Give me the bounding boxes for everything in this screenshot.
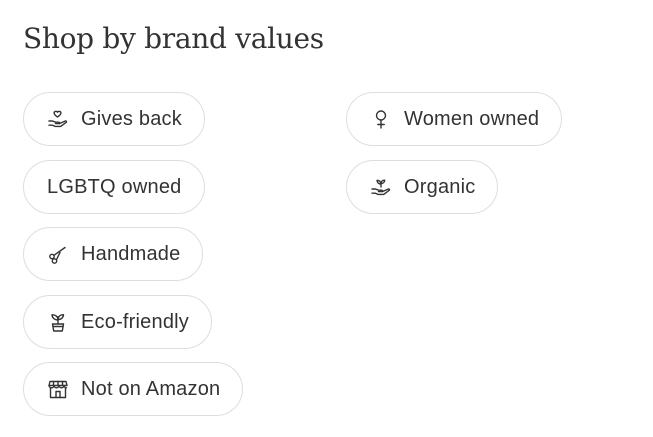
potted-plant-icon: [47, 311, 69, 333]
hand-sprout-icon: [370, 176, 392, 198]
storefront-icon: [47, 378, 69, 400]
brand-value-eco-friendly-button[interactable]: Eco-friendly: [23, 295, 212, 349]
pill-label: Handmade: [81, 242, 181, 265]
brand-value-lgbtq-owned-button[interactable]: LGBTQ owned: [23, 160, 205, 214]
pill-label: Not on Amazon: [81, 377, 221, 400]
hand-heart-icon: [47, 108, 69, 130]
scissors-icon: [47, 243, 69, 265]
female-symbol-icon: [370, 108, 392, 130]
brand-value-gives-back-button[interactable]: Gives back: [23, 92, 205, 146]
brand-value-women-owned-button[interactable]: Women owned: [346, 92, 563, 146]
pill-label: Gives back: [81, 107, 182, 130]
brand-value-organic-button[interactable]: Organic: [346, 160, 499, 214]
pill-label: Eco-friendly: [81, 310, 189, 333]
pill-label: LGBTQ owned: [47, 175, 182, 198]
pill-label: Organic: [404, 175, 476, 198]
brand-value-not-on-amazon-button[interactable]: Not on Amazon: [23, 362, 244, 416]
brand-value-handmade-button[interactable]: Handmade: [23, 227, 204, 281]
section-title: Shop by brand values: [23, 22, 324, 55]
pill-label: Women owned: [404, 107, 540, 130]
